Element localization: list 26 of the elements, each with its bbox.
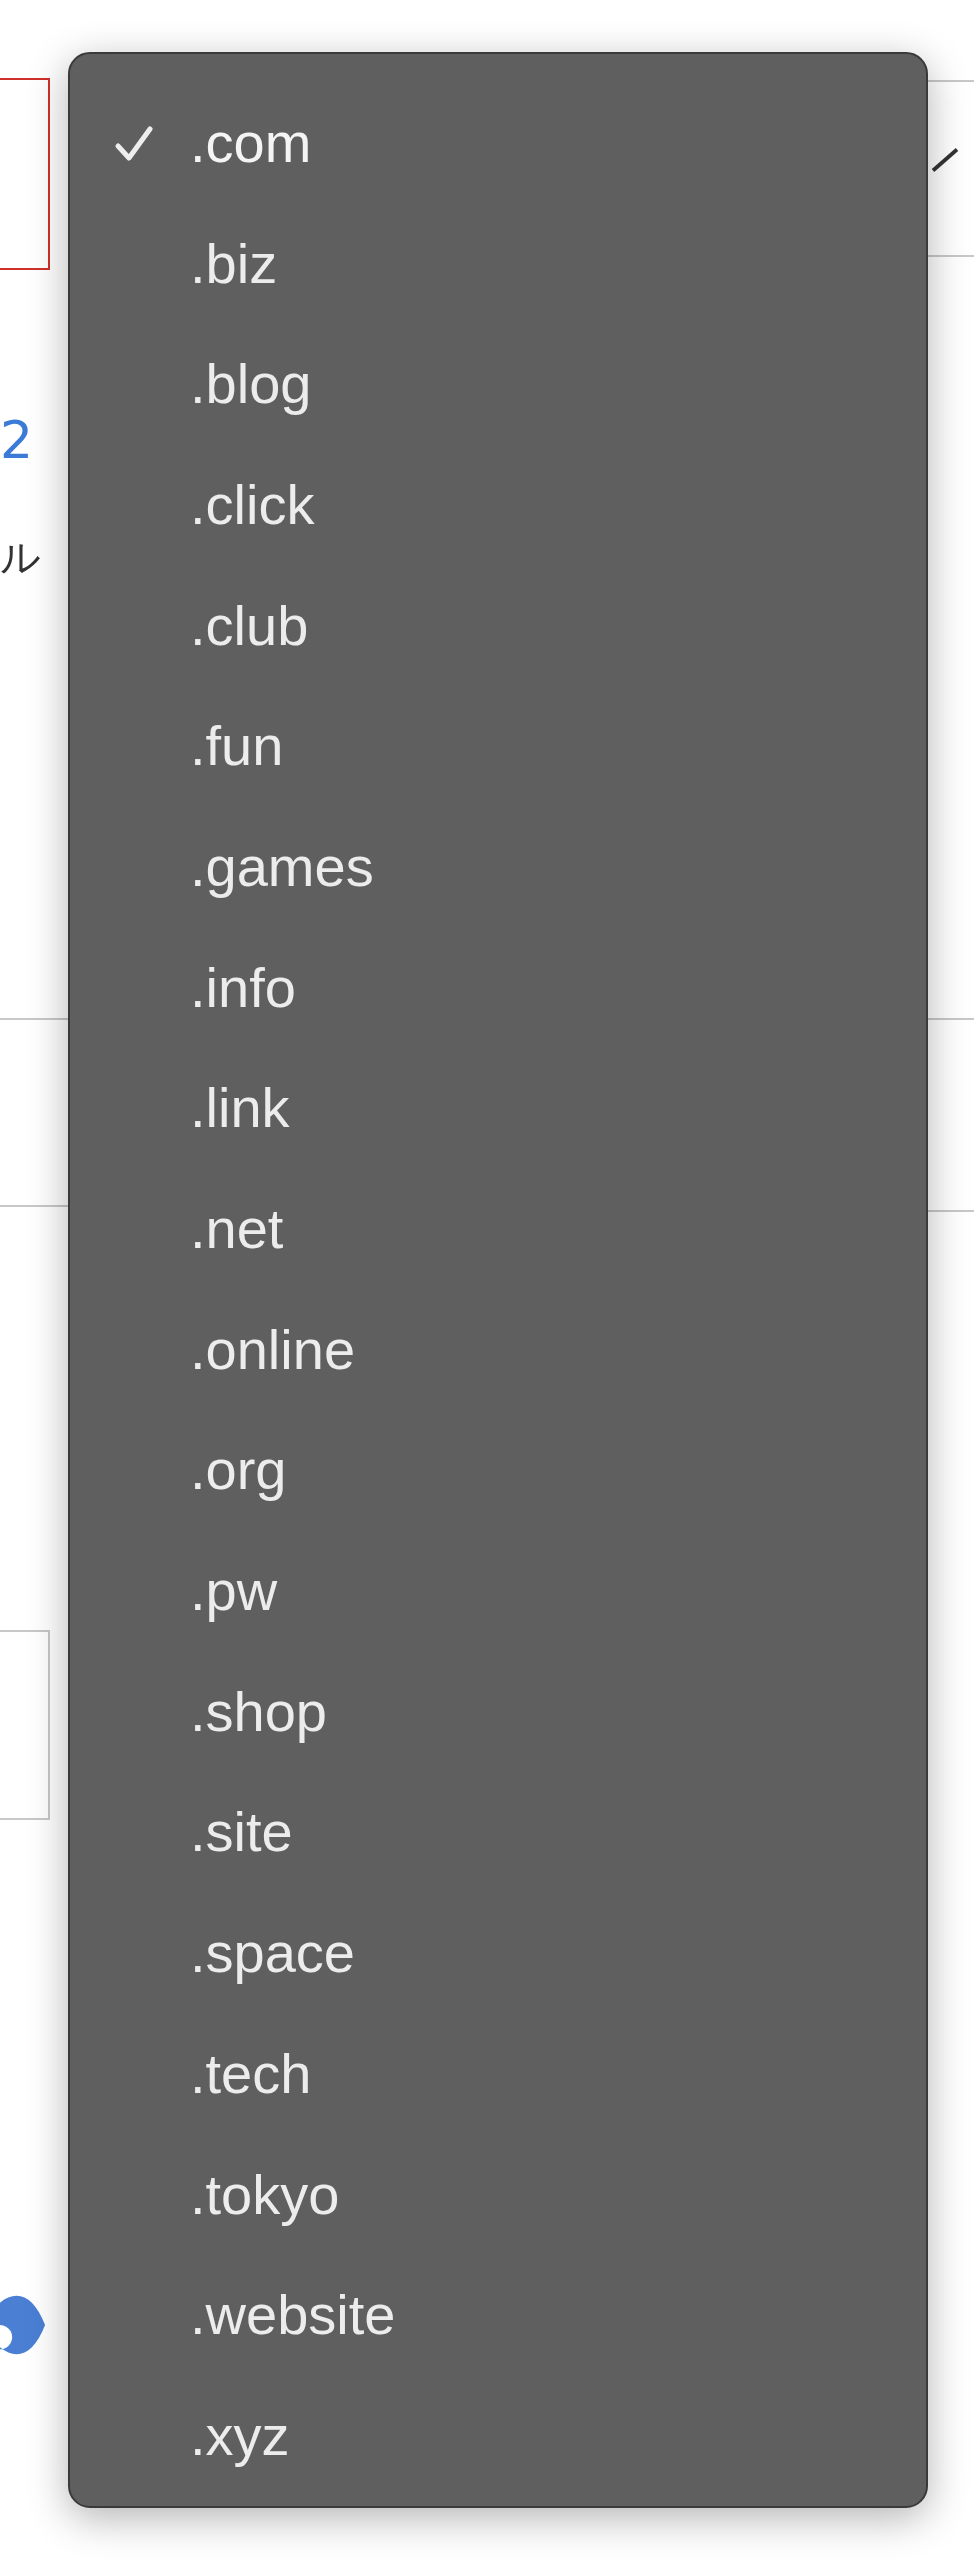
input-field[interactable] (0, 78, 50, 270)
menu-item[interactable]: .org (70, 1409, 926, 1531)
checkmark-icon (114, 124, 154, 164)
link-text[interactable]: 2 (0, 410, 34, 470)
menu-item[interactable]: .online (70, 1288, 926, 1410)
menu-item[interactable]: .tech (70, 2013, 926, 2134)
menu-item[interactable]: .info (70, 926, 926, 1048)
menu-item[interactable]: .fun (70, 685, 926, 807)
menu-item[interactable]: .click (70, 444, 926, 565)
menu-item[interactable]: .space (70, 1892, 926, 2013)
body-text: ル (0, 533, 41, 582)
menu-item[interactable]: .site (70, 1771, 926, 1893)
chevron-icon[interactable] (930, 145, 960, 175)
menu-item[interactable]: .website (70, 2254, 926, 2376)
menu-item[interactable]: .com (70, 82, 926, 203)
menu-item[interactable]: .shop (70, 1650, 926, 1772)
menu-item[interactable]: .pw (70, 1530, 926, 1651)
menu-item[interactable]: .games (70, 806, 926, 927)
menu-item[interactable]: .xyz (70, 2375, 926, 2496)
menu-item[interactable]: .club (70, 564, 926, 686)
menu-item[interactable]: .link (70, 1047, 926, 1169)
menu-item[interactable]: .net (70, 1168, 926, 1289)
menu-item[interactable]: .tokyo (70, 2133, 926, 2255)
input-field[interactable] (0, 1630, 50, 1820)
menu-item[interactable]: .blog (70, 323, 926, 445)
menu-item[interactable]: .biz (70, 202, 926, 324)
